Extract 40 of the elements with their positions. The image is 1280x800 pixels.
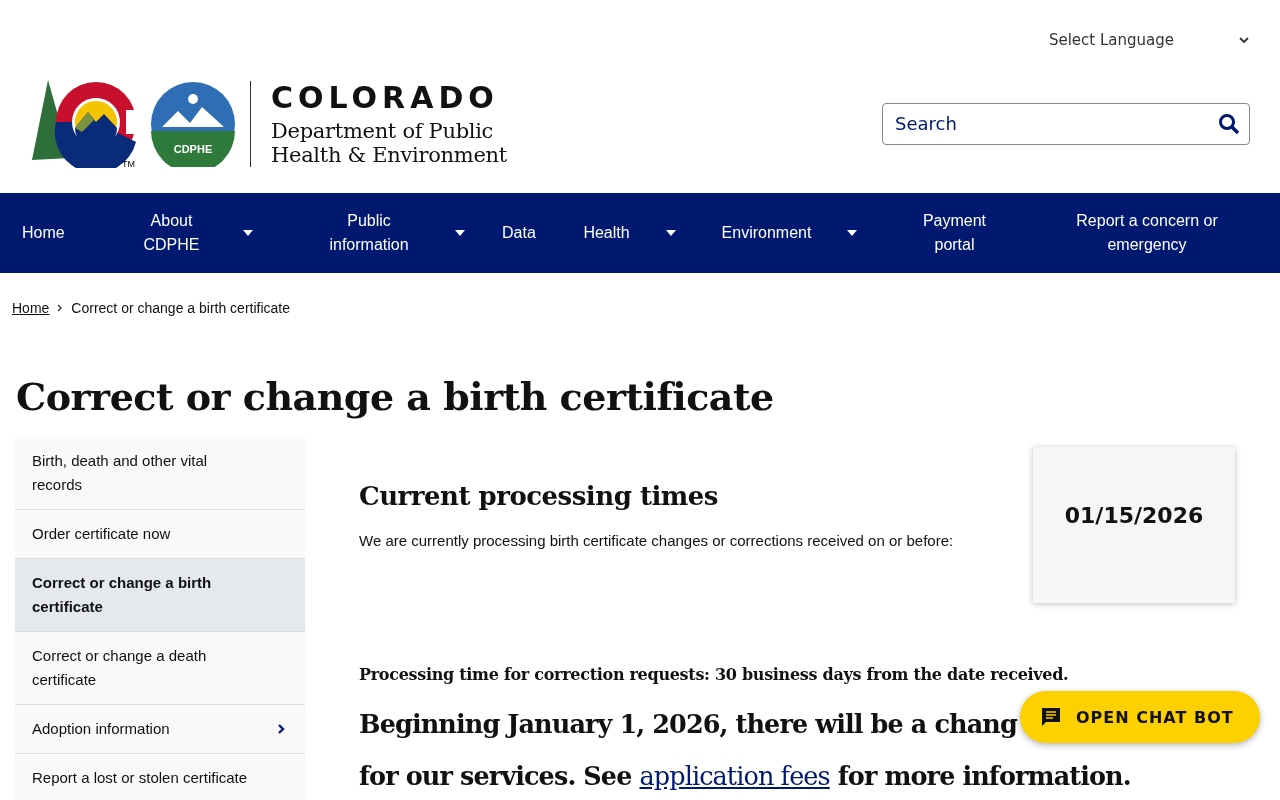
sidebar-item[interactable]: Report a lost or stolen certificate — [15, 754, 305, 800]
chat-icon — [1040, 706, 1062, 728]
breadcrumb-current: Correct or change a birth certificate — [71, 300, 290, 316]
logo-state-name: COLORADO — [271, 80, 500, 115]
notice-text: for our services. See — [359, 761, 632, 791]
chevron-right-icon — [277, 723, 285, 735]
fees-link[interactable]: application fees — [639, 761, 830, 791]
search-icon[interactable] — [1218, 112, 1240, 135]
sidebar-item[interactable]: Birth, death and other vital records — [15, 437, 305, 510]
sidebar-item[interactable]: Correct or change a birth certificate — [15, 559, 305, 632]
caret-down-icon — [847, 230, 858, 236]
processing-date: 01/15/2026 — [1064, 503, 1204, 530]
notice-text: Beginning January 1, 2026, there will be a chang — [359, 708, 1017, 741]
sidebar-item[interactable]: Adoption information — [15, 705, 305, 754]
breadcrumb-separator-icon — [57, 304, 64, 312]
sidebar-item[interactable]: Correct or change a death certificate — [15, 632, 305, 705]
logo-department-line: Department of Public — [271, 118, 495, 143]
page-title: Correct or change a birth certificate — [16, 374, 775, 419]
nav-link[interactable]: Environment — [702, 221, 877, 245]
caret-down-icon — [455, 230, 465, 236]
nav-link[interactable]: Public information — [282, 209, 502, 257]
nav-link[interactable]: About CDPHE — [107, 209, 282, 257]
nav-link[interactable]: Home — [22, 221, 107, 245]
processing-text: We are currently processing birth certificate changes or corrections received on or before: — [359, 531, 955, 551]
cdphe-seal-icon: CDPHE — [150, 80, 236, 167]
section-heading: Current processing times — [359, 481, 719, 511]
processing-time-text: Processing time for correction requests: 30 business days from the date received. — [359, 665, 1070, 684]
nav-link[interactable]: Report a concern or emergency — [1032, 209, 1262, 257]
logo-department-line: Health & Environment — [271, 142, 507, 167]
notice-text: for more information. — [837, 761, 1131, 791]
language-select[interactable]: Select Language — [1048, 26, 1250, 54]
caret-down-icon — [665, 230, 676, 236]
search-field[interactable]: Search — [882, 102, 1250, 145]
nav-link[interactable]: Health — [557, 221, 702, 245]
nav-link[interactable]: Data — [502, 221, 557, 245]
chevron-down-icon — [1238, 36, 1250, 44]
caret-down-icon — [242, 230, 253, 236]
chat-bot-button[interactable]: OPEN CHAT BOT — [1020, 691, 1260, 743]
breadcrumb-link[interactable]: Home — [12, 300, 50, 316]
nav-link[interactable]: Payment portal — [877, 209, 1032, 257]
